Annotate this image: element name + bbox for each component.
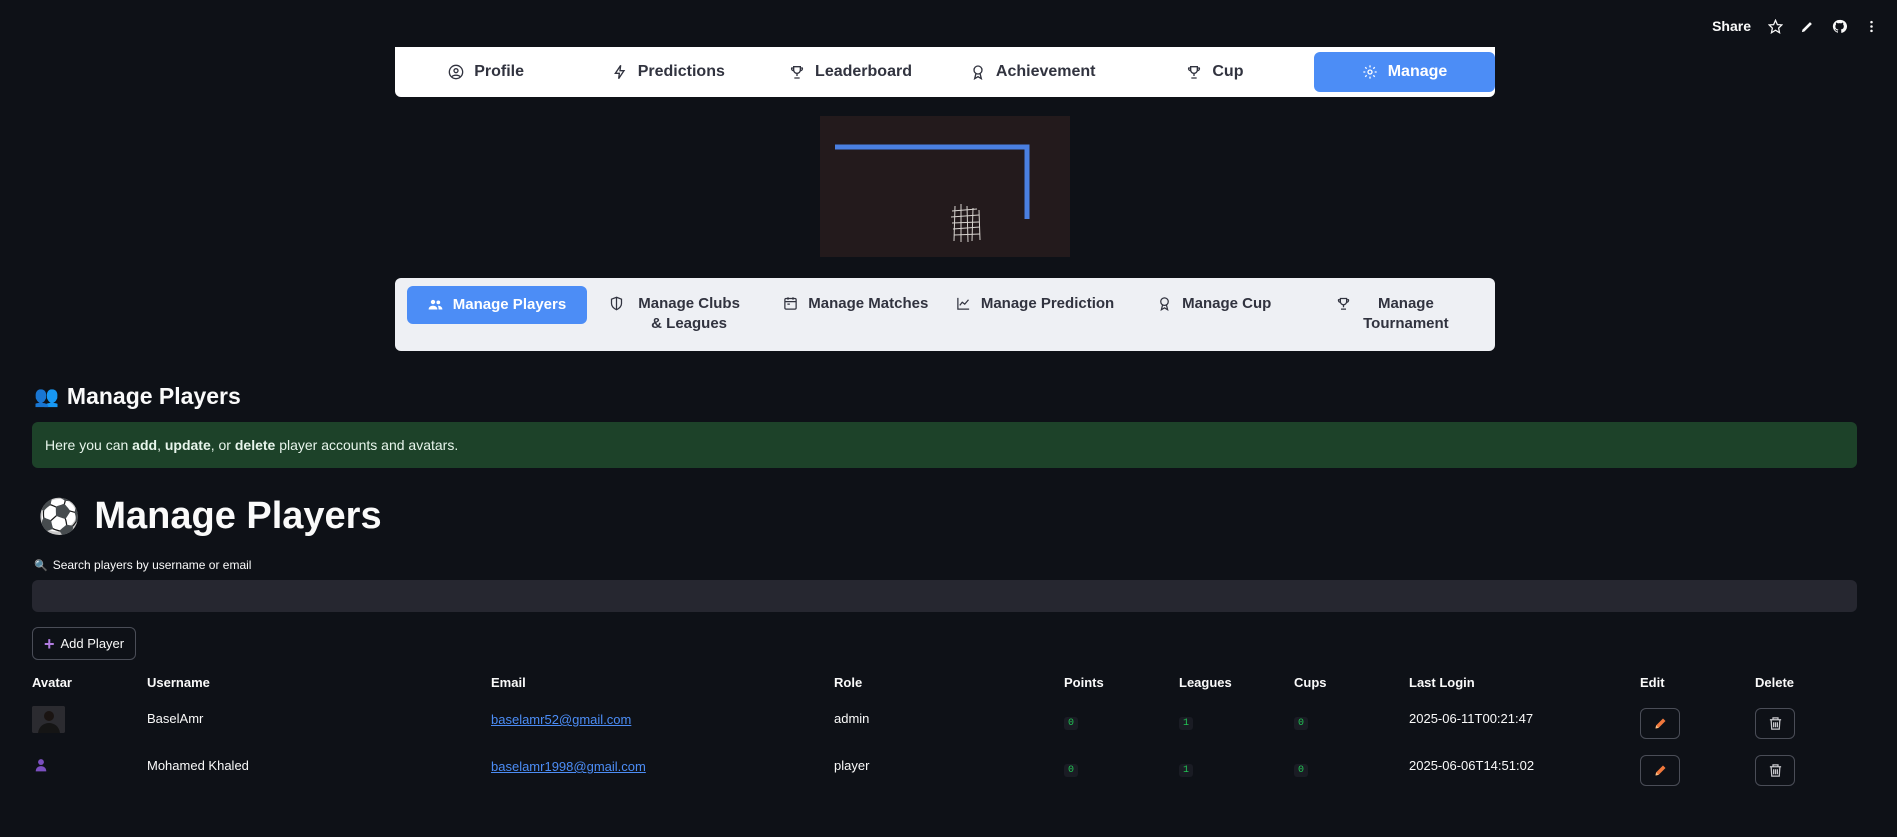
points-cell: 0 — [1064, 760, 1079, 777]
nav-label: Predictions — [637, 63, 725, 80]
gear-icon — [1363, 65, 1377, 79]
section-heading: 👥 Manage Players — [34, 383, 241, 410]
sub-nav-label: Manage Tournament — [1363, 295, 1449, 332]
sub-nav-label: Manage Cup — [1182, 295, 1272, 312]
sub-nav-label: Manage Matches — [808, 295, 929, 312]
page-title-text: Manage Players — [94, 495, 382, 537]
sub-nav: Manage Players Manage Clubs & Leagues Ma… — [395, 278, 1495, 351]
nav-item-predictions[interactable]: Predictions — [577, 52, 759, 92]
trophy-icon — [790, 66, 804, 79]
players-table: Avatar Username Email Role Points League… — [32, 672, 1857, 786]
sub-nav-manage-matches[interactable]: Manage Matches — [766, 286, 945, 314]
cups-cell: 0 — [1294, 760, 1309, 777]
nav-label: Cup — [1212, 63, 1244, 80]
sub-nav-manage-prediction[interactable]: Manage Prediction — [945, 286, 1124, 314]
points-tag: 0 — [1064, 764, 1079, 777]
top-toolbar: Share — [1712, 18, 1879, 34]
nav-item-manage[interactable]: Manage — [1314, 52, 1496, 92]
last-login-cell: 2025-06-06T14:51:02 — [1409, 758, 1535, 773]
page-title: ⚽ Manage Players — [38, 495, 382, 538]
delete-cell — [1755, 755, 1795, 786]
pencil-icon — [1655, 765, 1665, 776]
section-heading-text: Manage Players — [66, 383, 241, 409]
avatar — [32, 753, 48, 775]
soccer-ball-icon: ⚽ — [38, 497, 81, 536]
role-cell: player — [834, 758, 870, 773]
info-text: Here you can add, update, or delete play… — [45, 437, 459, 453]
table-row: Mohamed Khaled baselamr1998@gmail.com pl… — [32, 711, 1857, 786]
nav-item-leaderboard[interactable]: Leaderboard — [759, 52, 941, 92]
sub-nav-label: Manage Players — [452, 296, 567, 313]
nav-item-profile[interactable]: Profile — [395, 52, 577, 92]
add-player-label: Add Player — [60, 636, 125, 651]
leagues-tag: 1 — [1179, 764, 1194, 777]
trophy-icon — [1337, 297, 1350, 310]
nav-label: Profile — [474, 63, 524, 80]
lightning-icon — [613, 64, 625, 80]
star-icon[interactable] — [1767, 18, 1783, 34]
people-emoji-icon: 👥 — [34, 386, 59, 408]
info-alert: Here you can add, update, or delete play… — [32, 422, 1857, 468]
search-label-text: Search players by username or email — [52, 558, 252, 572]
user-icon — [35, 759, 47, 772]
search-input[interactable] — [32, 580, 1857, 612]
delete-button[interactable] — [1755, 755, 1795, 786]
more-vertical-icon[interactable] — [1863, 18, 1879, 34]
people-icon — [428, 299, 443, 310]
cups-tag: 0 — [1294, 764, 1309, 777]
nav-label: Achievement — [995, 63, 1096, 80]
award-icon — [973, 65, 983, 80]
main-nav: Profile Predictions Leaderboard Achievem… — [395, 47, 1496, 97]
nav-item-cup[interactable]: Cup — [1124, 52, 1306, 92]
award-icon — [1160, 297, 1169, 311]
github-icon[interactable] — [1831, 18, 1847, 34]
leagues-cell: 1 — [1179, 760, 1194, 777]
banner-image — [820, 116, 1070, 257]
calendar-icon — [784, 297, 798, 310]
search-label: 🔍 Search players by username or email — [34, 558, 251, 572]
shield-icon — [610, 296, 623, 311]
nav-item-achievement[interactable]: Achievement — [942, 52, 1124, 92]
nav-label: Manage — [1387, 63, 1448, 80]
edit-button[interactable] — [1640, 755, 1680, 786]
pencil-icon[interactable] — [1799, 18, 1815, 34]
search-icon: 🔍 — [34, 559, 48, 572]
sub-nav-label: Manage Clubs & Leagues — [638, 295, 740, 332]
edit-cell — [1640, 755, 1680, 786]
trash-icon — [1769, 764, 1781, 777]
email-link[interactable]: baselamr1998@gmail.com — [491, 759, 646, 774]
trophy-icon — [1188, 66, 1201, 79]
sub-nav-manage-tournament[interactable]: Manage Tournament — [1304, 286, 1483, 334]
sub-nav-manage-clubs-leagues[interactable]: Manage Clubs & Leagues — [587, 286, 766, 334]
plus-icon: + — [44, 633, 55, 654]
nav-label: Leaderboard — [815, 63, 912, 80]
sub-nav-manage-players[interactable]: Manage Players — [407, 286, 587, 324]
username-cell: Mohamed Khaled — [147, 758, 249, 773]
table-row: BaselAmr baselamr52@gmail.com admin 0 1 … — [32, 664, 1857, 739]
share-button[interactable]: Share — [1712, 18, 1751, 34]
user-circle-icon — [448, 64, 464, 80]
chart-line-icon — [957, 297, 969, 310]
add-player-button[interactable]: + Add Player — [32, 627, 137, 660]
sub-nav-manage-cup[interactable]: Manage Cup — [1125, 286, 1304, 314]
sub-nav-label: Manage Prediction — [980, 295, 1115, 312]
